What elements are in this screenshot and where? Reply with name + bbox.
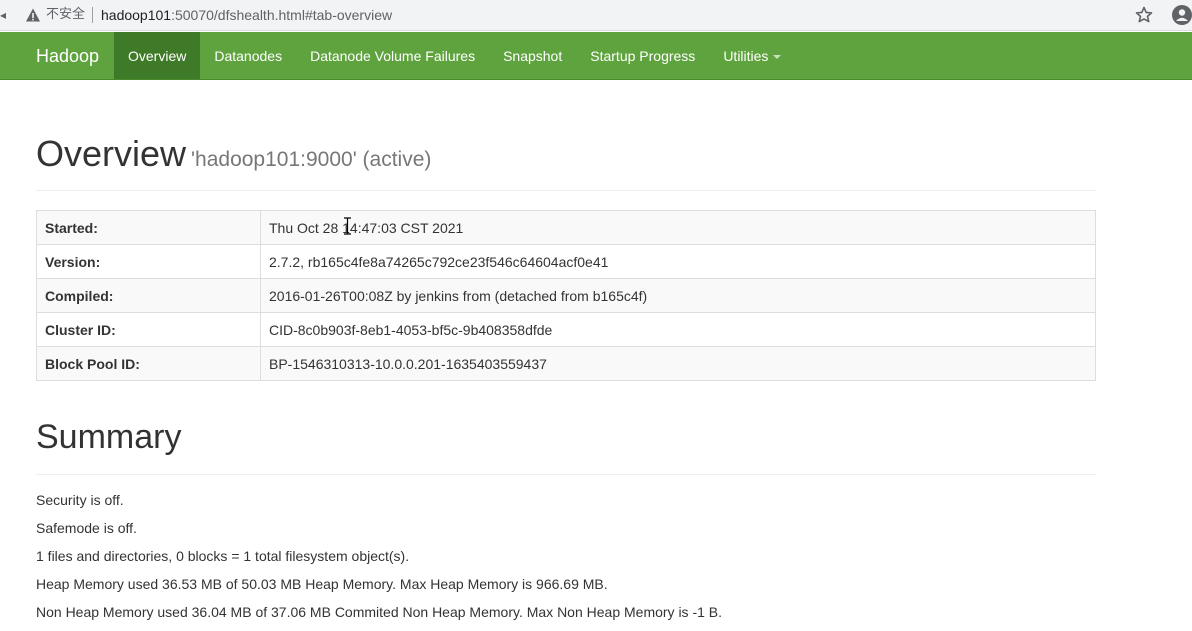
row-value: CID-8c0b903f-8eb1-4053-bf5c-9b408358dfde (260, 312, 1096, 347)
row-value: 2016-01-26T00:08Z by jenkins from (detac… (260, 278, 1096, 313)
tab-utilities-label: Utilities (723, 48, 769, 64)
summary-list: Security is off. Safemode is off. 1 file… (36, 491, 1096, 631)
tab-snapshot[interactable]: Snapshot (489, 32, 576, 79)
summary-line: 1 files and directories, 0 blocks = 1 to… (36, 548, 410, 564)
url-separator (92, 7, 93, 23)
url-host: hadoop101 (101, 7, 172, 23)
row-value: Thu Oct 28 14:47:03 CST 2021 (260, 210, 1096, 245)
url-field[interactable]: hadoop101:50070/dfshealth.html#tab-overv… (101, 6, 392, 24)
row-key: Cluster ID: (36, 312, 261, 347)
tab-datanode-volume-failures[interactable]: Datanode Volume Failures (296, 32, 489, 79)
row-key: Compiled: (36, 278, 261, 313)
insecure-label[interactable]: 不安全 (46, 7, 85, 23)
table-row: Compiled: 2016-01-26T00:08Z by jenkins f… (36, 278, 1096, 313)
summary-line: Heap Memory used 36.53 MB of 50.03 MB He… (36, 576, 608, 592)
summary-line: Security is off. (36, 492, 124, 508)
back-arrow-icon[interactable]: ◀ (0, 8, 6, 22)
url-path: :50070/dfshealth.html#tab-overview (171, 7, 393, 23)
caret-down-icon (773, 55, 782, 60)
table-row: Block Pool ID: BP-1546310313-10.0.0.201-… (36, 346, 1096, 381)
star-icon[interactable] (1134, 5, 1154, 25)
nav-tabs: Overview Datanodes Datanode Volume Failu… (114, 32, 795, 79)
tab-startup-progress[interactable]: Startup Progress (576, 32, 709, 79)
brand-logo[interactable]: Hadoop (36, 45, 99, 67)
tab-utilities[interactable]: Utilities (709, 32, 795, 79)
table-row: Cluster ID: CID-8c0b903f-8eb1-4053-bf5c-… (36, 312, 1096, 347)
page-title: Overview (36, 133, 187, 174)
summary-title: Summary (36, 417, 1096, 475)
main-content: Overview'hadoop101:9000' (active) Starte… (36, 80, 1096, 631)
summary-line: Non Heap Memory used 36.04 MB of 37.06 M… (36, 604, 723, 620)
table-row: Started: Thu Oct 28 14:47:03 CST 2021 (36, 210, 1096, 245)
row-key: Block Pool ID: (36, 346, 261, 381)
profile-icon[interactable] (1172, 5, 1192, 25)
row-value: BP-1546310313-10.0.0.201-1635403559437 (260, 346, 1096, 381)
page-subtitle: 'hadoop101:9000' (active) (191, 148, 432, 171)
main-navbar: Hadoop Overview Datanodes Datanode Volum… (0, 32, 1192, 80)
overview-table: Started: Thu Oct 28 14:47:03 CST 2021 Ve… (36, 210, 1096, 381)
warning-icon[interactable] (25, 7, 41, 23)
summary-line: Safemode is off. (36, 520, 137, 536)
overview-header: Overview'hadoop101:9000' (active) (36, 134, 1096, 191)
text-cursor-icon (344, 217, 351, 235)
tab-datanodes[interactable]: Datanodes (200, 32, 296, 79)
browser-address-bar: ◀ 不安全 hadoop101:50070/dfshealth.html#tab… (0, 0, 1192, 31)
tab-overview[interactable]: Overview (114, 32, 201, 79)
row-key: Version: (36, 244, 261, 279)
row-key: Started: (36, 210, 261, 245)
table-row: Version: 2.7.2, rb165c4fe8a74265c792ce23… (36, 244, 1096, 279)
row-value: 2.7.2, rb165c4fe8a74265c792ce23f546c6460… (260, 244, 1096, 279)
